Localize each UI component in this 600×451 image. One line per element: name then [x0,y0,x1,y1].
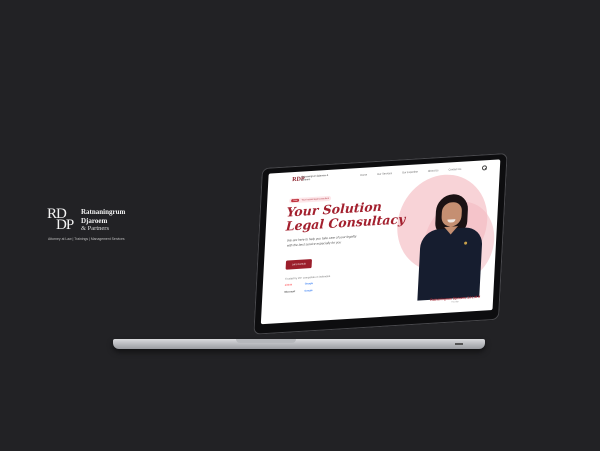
google-logo-2: Google [304,289,313,293]
consult-button[interactable]: Let's Consult [285,259,313,270]
hero-badge-pill: New [291,198,300,203]
nav-links: Home Our Services Our Expertise About Us… [360,168,461,177]
site-logo-text: Ratnaningrum Djaroem & Partners [301,173,329,182]
laptop-port [455,343,463,345]
hero-badge-text: Your trusted legal consultant [301,197,330,202]
nav-link-services[interactable]: Our Services [377,172,392,176]
laptop-base [113,339,485,349]
founder-photo [409,182,495,307]
client-logos: airbnb Google Microsoft Google [284,281,335,294]
airbnb-logo: airbnb [284,283,293,287]
nav-link-contact[interactable]: Contact Us [448,168,461,172]
trust-text: Trusted by 20+ companies in Indonesia [284,274,331,281]
laptop-mockup: RDP Ratnaningrum Djaroem & Partners Home… [0,0,600,451]
microsoft-logo: Microsoft [284,290,296,294]
nav-link-expertise[interactable]: Our Expertise [402,170,418,174]
search-icon[interactable] [481,165,488,171]
nav-link-about[interactable]: About Us [428,169,439,173]
google-logo: Google [304,282,314,286]
site-logo[interactable]: RDP Ratnaningrum Djaroem & Partners [292,173,332,188]
laptop-base-notch [236,339,296,343]
laptop-screen: RDP Ratnaningrum Djaroem & Partners Home… [260,159,501,325]
hero-description: We are here to help you take care of you… [286,234,357,248]
laptop-lid: RDP Ratnaningrum Djaroem & Partners Home… [253,152,508,335]
nav-link-home[interactable]: Home [360,174,367,177]
